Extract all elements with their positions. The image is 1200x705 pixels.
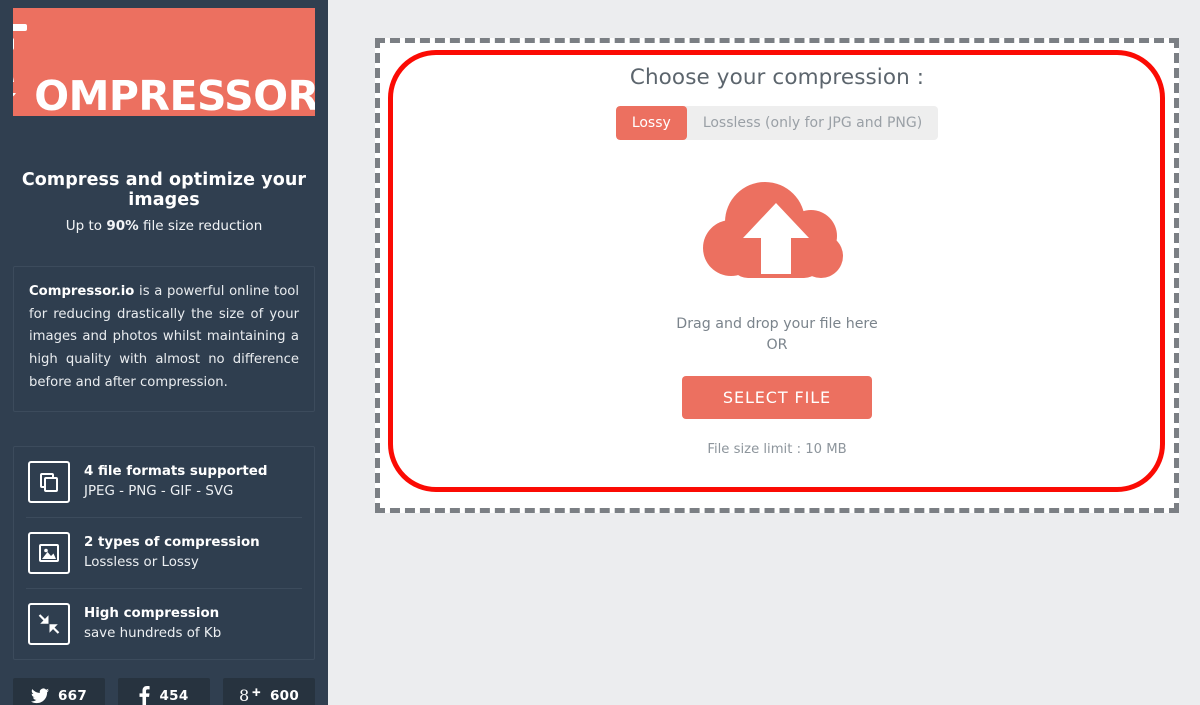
twitter-share-button[interactable]: 667: [13, 677, 105, 705]
feature-row: 2 types of compression Lossless or Lossy: [26, 516, 302, 588]
file-drop-zone[interactable]: Choose your compression : Lossy Lossless…: [375, 38, 1179, 513]
subtagline-suffix: file size reduction: [138, 218, 263, 234]
feature-text: High compression save hundreds of Kb: [84, 604, 221, 643]
feature-text: 4 file formats supported JPEG - PNG - GI…: [84, 462, 267, 501]
about-brand: Compressor.io: [29, 284, 135, 299]
compression-panel: Choose your compression : Lossy Lossless…: [380, 43, 1174, 508]
sidebar-headings: Compress and optimize your images Up to …: [13, 170, 315, 234]
features-box: 4 file formats supported JPEG - PNG - GI…: [13, 445, 315, 660]
facebook-icon: [139, 686, 151, 705]
google-plus-icon: 8: [239, 687, 261, 705]
facebook-count: 454: [159, 688, 189, 705]
about-body: is a powerful online tool for reducing d…: [29, 284, 299, 390]
tagline: Compress and optimize your images: [21, 170, 307, 210]
feature-text: 2 types of compression Lossless or Lossy: [84, 533, 260, 572]
feature-title: 2 types of compression: [84, 535, 260, 551]
social-row: 667 454 8 600: [13, 677, 315, 705]
subtagline-prefix: Up to: [65, 218, 107, 234]
twitter-icon: [30, 688, 49, 704]
logo-wordmark: OMPRESSOR: [34, 72, 315, 116]
cloud-upload-wrap: [380, 178, 1174, 292]
or-text: OR: [766, 337, 788, 354]
sidebar: OMPRESSOR .io Compress and optimize your…: [0, 0, 328, 705]
compress-arrows-icon: [28, 602, 70, 645]
file-size-limit-text: File size limit : 10 MB: [707, 441, 847, 457]
main-area: · · · · Choose your compression : Lossy …: [328, 0, 1200, 705]
feature-title: 4 file formats supported: [84, 464, 268, 480]
subtagline: Up to 90% file size reduction: [13, 218, 315, 234]
page-title: Choose your compression :: [629, 65, 925, 90]
about-text: Compressor.io is a powerful online tool …: [29, 281, 299, 395]
feature-subtitle: JPEG - PNG - GIF - SVG: [84, 483, 234, 499]
logo-banner[interactable]: OMPRESSOR .io: [13, 8, 315, 116]
drag-drop-text: Drag and drop your file here: [676, 316, 878, 333]
logo-lockup: OMPRESSOR .io: [13, 20, 315, 116]
twitter-count: 667: [57, 688, 88, 705]
tab-lossy[interactable]: Lossy: [615, 106, 687, 141]
copy-files-icon: [28, 460, 70, 503]
facebook-share-button[interactable]: 454: [118, 677, 210, 705]
compression-type-tabs: Lossy Lossless (only for JPG and PNG): [615, 106, 939, 141]
subtagline-highlight: 90%: [106, 218, 139, 234]
google-plus-count: 600: [269, 688, 300, 705]
cloud-upload-icon: [703, 178, 851, 292]
svg-text:8: 8: [239, 687, 249, 705]
tab-lossless[interactable]: Lossless (only for JPG and PNG): [687, 106, 938, 140]
feature-subtitle: save hundreds of Kb: [84, 625, 222, 641]
select-file-button[interactable]: SELECT FILE: [682, 375, 872, 419]
feature-subtitle: Lossless or Lossy: [84, 554, 199, 570]
top-nav-sliver: · · · ·: [328, 0, 1200, 3]
feature-row: 4 file formats supported JPEG - PNG - GI…: [26, 447, 302, 517]
about-box: Compressor.io is a powerful online tool …: [13, 266, 315, 412]
feature-row: High compression save hundreds of Kb: [26, 587, 302, 659]
image-icon: [28, 531, 70, 574]
google-plus-share-button[interactable]: 8 600: [223, 677, 315, 705]
feature-title: High compression: [84, 606, 220, 622]
